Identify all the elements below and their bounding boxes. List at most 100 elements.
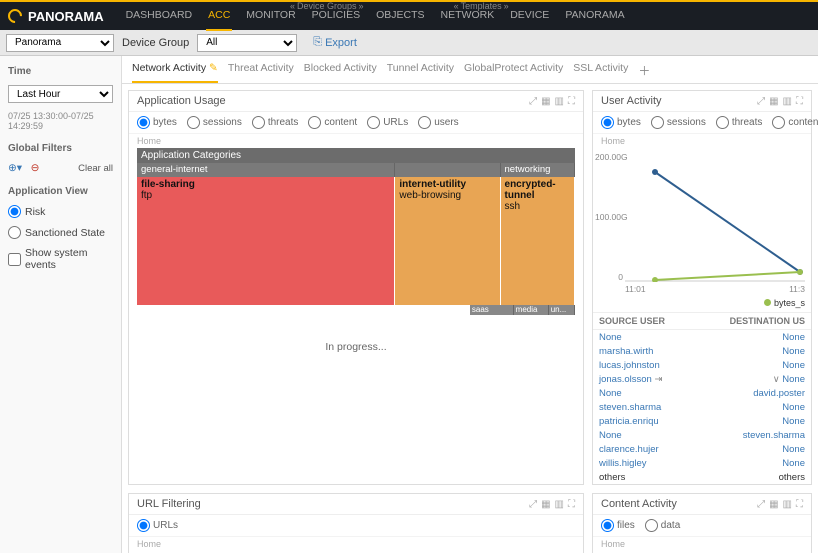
sub-toolbar: Panorama Device Group All ⎘ Export — [0, 30, 818, 56]
source-user-link[interactable]: steven.sharma — [599, 402, 661, 413]
logo-text: PANORAMA — [28, 9, 104, 24]
app-usage-radio-URLs[interactable]: URLs — [367, 116, 408, 129]
app-usage-treemap[interactable]: Application Categories general-internetn… — [129, 148, 583, 321]
expand-icon[interactable]: ⤢ — [529, 96, 537, 107]
top-nav: Device Groups Templates PANORAMA DASHBOA… — [0, 0, 818, 30]
remove-filter-icon[interactable]: ⊖ — [28, 162, 42, 174]
user-row: None david.poster — [593, 386, 811, 400]
time-range-select[interactable]: Last Hour — [8, 85, 113, 103]
user-row: marsha.wirth None — [593, 344, 811, 358]
add-filter-icon[interactable]: ⊕▾ — [8, 162, 22, 174]
acc-tabs: Network Activity ✎ Threat Activity Blocked… — [122, 56, 818, 84]
source-user-link[interactable]: lucas.johnston — [599, 360, 660, 371]
dest-user-link[interactable]: None — [782, 346, 805, 357]
filter-icon[interactable]: ▦ — [769, 499, 778, 510]
expand-icon[interactable]: ⤢ — [529, 499, 537, 510]
app-usage-home[interactable]: Home — [129, 134, 583, 148]
dest-user-link[interactable]: None — [782, 444, 805, 455]
user-activity-radio-content[interactable]: content — [772, 116, 818, 129]
content-activity-home[interactable]: Home — [593, 537, 811, 551]
dest-user-link[interactable]: None — [782, 360, 805, 371]
sanctioned-label: Sanctioned State — [25, 227, 105, 239]
time-range-text: 07/25 13:30:00-07/25 14:29:59 — [8, 111, 113, 131]
edit-tab-icon[interactable]: ✎ — [206, 62, 218, 74]
dest-user-link[interactable]: steven.sharma — [743, 430, 805, 441]
treemap-header: Application Categories — [137, 148, 575, 163]
tab-ssl-activity[interactable]: SSL Activity — [573, 62, 628, 83]
maximize-icon[interactable]: ⛶ — [568, 499, 575, 510]
user-row: jonas.olsson ⇥∨ None — [593, 372, 811, 386]
user-activity-radio-sessions[interactable]: sessions — [651, 116, 706, 129]
dest-user-link[interactable]: None — [782, 416, 805, 427]
export-button[interactable]: ⎘ Export — [313, 36, 357, 49]
app-usage-radio-bytes[interactable]: bytes — [137, 116, 177, 129]
source-user-link[interactable]: jonas.olsson — [599, 374, 652, 385]
clear-all-button[interactable]: Clear all — [78, 163, 113, 174]
source-user-link[interactable]: patricia.enriqu — [599, 416, 659, 427]
sanctioned-radio[interactable] — [8, 226, 21, 239]
nav-label-device-groups: Device Groups — [290, 1, 364, 11]
col-dest-user[interactable]: DESTINATION US — [730, 316, 805, 326]
context-select[interactable]: Panorama — [6, 34, 114, 52]
source-user-link[interactable]: None — [599, 388, 622, 399]
grid-icon[interactable]: ▥ — [783, 96, 792, 107]
source-user-link[interactable]: marsha.wirth — [599, 346, 653, 357]
widget-user-activity: User Activity ⤢ ▦ ▥ ⛶ bytes sessions threa… — [592, 90, 812, 485]
expand-icon[interactable]: ⤢ — [757, 499, 765, 510]
app-usage-radio-threats[interactable]: threats — [252, 116, 299, 129]
in-progress-text: In progress... — [129, 321, 583, 367]
nav-dashboard[interactable]: DASHBOARD — [124, 1, 195, 31]
filter-icon[interactable]: ▦ — [769, 96, 778, 107]
dest-user-link[interactable]: david.poster — [753, 388, 805, 399]
maximize-icon[interactable]: ⛶ — [796, 96, 803, 107]
filter-icon[interactable]: ▦ — [541, 499, 550, 510]
treemap-cell-ftp[interactable]: file-sharingftp — [137, 177, 395, 305]
show-events-checkbox[interactable] — [8, 253, 21, 266]
user-activity-radio-threats[interactable]: threats — [716, 116, 763, 129]
treemap-cell-web-browsing[interactable]: internet-utilityweb-browsing — [395, 177, 500, 305]
tab-tunnel-activity[interactable]: Tunnel Activity — [387, 62, 454, 83]
device-group-label: Device Group — [122, 37, 189, 49]
url-filtering-radio-URLs[interactable]: URLs — [137, 519, 178, 532]
dest-user-link[interactable]: None — [782, 402, 805, 413]
content-activity-radio-data[interactable]: data — [645, 519, 680, 532]
user-activity-home[interactable]: Home — [593, 134, 811, 148]
col-source-user[interactable]: SOURCE USER — [599, 316, 730, 326]
grid-icon[interactable]: ▥ — [555, 499, 564, 510]
source-user-link[interactable]: None — [599, 430, 622, 441]
grid-icon[interactable]: ▥ — [783, 499, 792, 510]
tab-globalprotect-activity[interactable]: GlobalProtect Activity — [464, 62, 563, 83]
treemap-cell-ssh[interactable]: encrypted-tunnelssh — [501, 177, 575, 305]
app-usage-radio-users[interactable]: users — [418, 116, 458, 129]
url-filtering-home[interactable]: Home — [129, 537, 583, 551]
dest-user-link[interactable]: None — [782, 458, 805, 469]
risk-radio[interactable] — [8, 205, 21, 218]
tab-threat-activity[interactable]: Threat Activity — [228, 62, 294, 83]
add-tab-button[interactable]: ＋ — [638, 62, 650, 83]
maximize-icon[interactable]: ⛶ — [568, 96, 575, 107]
nav-acc[interactable]: ACC — [206, 1, 232, 31]
maximize-icon[interactable]: ⛶ — [796, 499, 803, 510]
user-row: clarence.hujer None — [593, 442, 811, 456]
user-activity-radio-bytes[interactable]: bytes — [601, 116, 641, 129]
app-usage-radio-sessions[interactable]: sessions — [187, 116, 242, 129]
expand-icon[interactable]: ⤢ — [757, 96, 765, 107]
user-activity-title: User Activity — [601, 95, 662, 107]
dest-user-link[interactable]: None — [782, 332, 805, 343]
tab-blocked-activity[interactable]: Blocked Activity — [304, 62, 377, 83]
nav-device[interactable]: DEVICE — [508, 1, 551, 31]
nav-panorama[interactable]: PANORAMA — [563, 1, 626, 31]
user-row: None None — [593, 330, 811, 344]
dest-user-link[interactable]: None — [782, 374, 805, 385]
source-user-link[interactable]: None — [599, 332, 622, 343]
filter-icon[interactable]: ▦ — [541, 96, 550, 107]
source-user-link[interactable]: willis.higley — [599, 458, 647, 469]
grid-icon[interactable]: ▥ — [555, 96, 564, 107]
tab-network-activity[interactable]: Network Activity ✎ — [132, 62, 218, 83]
risk-label: Risk — [25, 206, 45, 218]
user-row: steven.sharma None — [593, 400, 811, 414]
device-group-select[interactable]: All — [197, 34, 297, 52]
app-usage-radio-content[interactable]: content — [308, 116, 357, 129]
content-activity-radio-files[interactable]: files — [601, 519, 635, 532]
source-user-link[interactable]: clarence.hujer — [599, 444, 659, 455]
